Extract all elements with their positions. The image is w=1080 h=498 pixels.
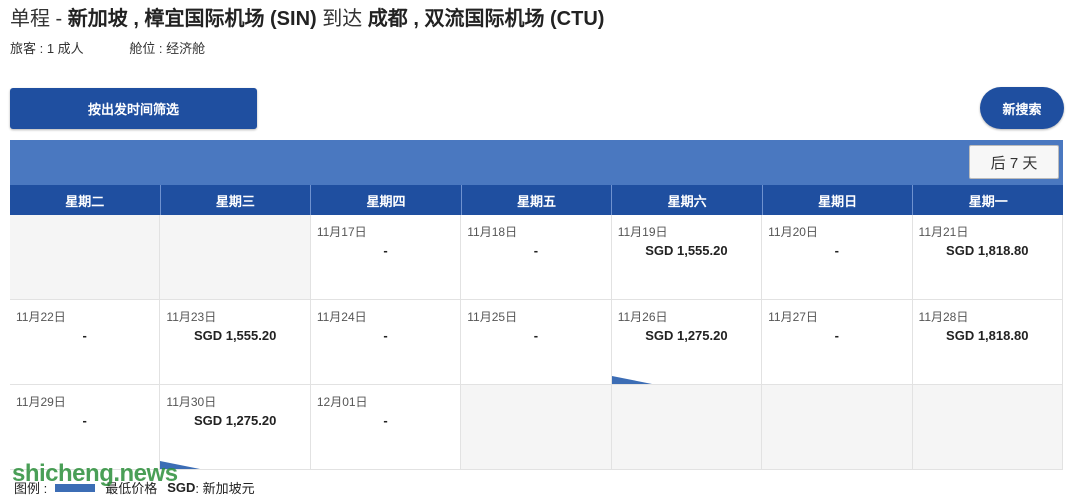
weekday-header-cell: 星期三 (161, 185, 312, 215)
calendar-toolbar: 后 7 天 (10, 140, 1063, 185)
day-price: - (383, 328, 388, 343)
calendar-day-cell[interactable]: 11月24日 - (310, 300, 462, 385)
day-price: - (383, 413, 388, 428)
calendar-day-cell[interactable]: 12月01日 - (310, 385, 462, 470)
calendar-day-cell[interactable]: 11月26日 SGD 1,275.20 (611, 300, 763, 385)
day-date: 11月30日 (166, 395, 217, 409)
lowest-price-marker (611, 376, 652, 384)
watermark: shicheng.news (12, 460, 178, 487)
calendar-week-row: 11月17日 -11月18日 -11月19日 SGD 1,555.20 11月20日 -1… (10, 215, 1063, 300)
day-price: - (82, 413, 87, 428)
calendar-empty-cell (762, 385, 913, 470)
calendar-grid: 11月17日 -11月18日 -11月19日 SGD 1,555.20 11月20日 -1… (10, 215, 1063, 470)
day-date: 11月17日 (316, 225, 367, 239)
calendar-day-cell[interactable]: 11月28日 SGD 1,818.80 (912, 300, 1063, 385)
calendar-day-cell[interactable]: 11月29日 - (10, 385, 161, 470)
day-date: 11月22日 (16, 310, 66, 324)
calendar-empty-cell (611, 385, 763, 470)
day-price: SGD 1,818.80 (946, 328, 1029, 343)
day-date: 11月26日 (617, 310, 668, 324)
route-title: 单程 - 新加坡 , 樟宜国际机场 (SIN) 到达 成都 , 双流国际机场 (… (10, 2, 604, 31)
calendar-day-cell[interactable]: 11月23日 SGD 1,555.20 (160, 300, 311, 385)
weekday-header-cell: 星期四 (311, 185, 462, 215)
day-date: 11月23日 (166, 310, 217, 324)
calendar-week-row: 11月29日 - 11月30日 SGD 1,275.20 12月01日 - (10, 385, 1063, 470)
day-date: 11月19日 (617, 225, 668, 239)
day-price: - (533, 243, 539, 258)
filter-by-departure-button[interactable]: 按出发时间筛选 (10, 88, 257, 129)
weekday-header-cell: 星期日 (763, 185, 914, 215)
calendar-day-cell[interactable]: 11月25日 - (461, 300, 612, 385)
calendar-empty-cell (160, 215, 311, 300)
weekday-header-cell: 星期二 (10, 185, 161, 215)
calendar-week-row: 11月22日 -11月23日 SGD 1,555.20 11月24日 -11月25日 -1… (10, 300, 1063, 385)
day-price: SGD 1,818.80 (946, 243, 1029, 258)
day-date: 11月21日 (918, 225, 969, 239)
day-price: - (82, 328, 87, 343)
day-date: 11月27日 (768, 310, 818, 324)
title-prefix: 单程 - (10, 8, 68, 30)
weekday-header-cell: 星期五 (462, 185, 613, 215)
currency-desc: : 新加坡元 (195, 481, 255, 496)
day-price: SGD 1,275.20 (645, 328, 728, 343)
day-date: 11月29日 (16, 395, 66, 409)
day-date: 11月24日 (316, 310, 367, 324)
day-price: - (533, 328, 539, 343)
origin-text: 新加坡 , 樟宜国际机场 (SIN) (67, 8, 317, 30)
destination-text: 成都 , 双流国际机场 (CTU) (367, 8, 605, 30)
calendar-day-cell[interactable]: 11月21日 SGD 1,818.80 (912, 215, 1063, 300)
day-price: - (834, 243, 839, 258)
calendar-empty-cell (461, 385, 612, 470)
weekday-header-cell: 星期六 (612, 185, 763, 215)
day-date: 11月18日 (467, 225, 518, 239)
weekday-header: 星期二 星期三 星期四 星期五 星期六 星期日 星期一 (10, 185, 1063, 215)
day-price: - (834, 328, 839, 343)
day-price: - (383, 243, 388, 258)
calendar-day-cell[interactable]: 11月22日 - (10, 300, 161, 385)
calendar-day-cell[interactable]: 11月19日 SGD 1,555.20 (611, 215, 763, 300)
calendar-day-cell[interactable]: 11月20日 - (762, 215, 913, 300)
passengers-text: 旅客 : 1 成人 (10, 41, 84, 56)
next-7-days-button[interactable]: 后 7 天 (969, 145, 1059, 179)
calendar-day-cell[interactable]: 11月18日 - (461, 215, 612, 300)
calendar-day-cell[interactable]: 11月17日 - (310, 215, 462, 300)
day-price: SGD 1,555.20 (193, 328, 277, 343)
day-price: SGD 1,275.20 (193, 413, 277, 428)
new-search-button[interactable]: 新搜索 (980, 87, 1064, 129)
day-date: 11月25日 (467, 310, 518, 324)
calendar-empty-cell (912, 385, 1063, 470)
day-date: 12月01日 (316, 395, 368, 409)
day-price: SGD 1,555.20 (645, 243, 728, 258)
cabin-text: 舱位 : 经济舱 (129, 41, 206, 56)
title-mid: 到达 (316, 8, 368, 30)
day-date: 11月20日 (768, 225, 818, 239)
calendar-day-cell[interactable]: 11月30日 SGD 1,275.20 (160, 385, 311, 470)
weekday-header-cell: 星期一 (968, 193, 1008, 209)
calendar-day-cell[interactable]: 11月27日 - (762, 300, 913, 385)
trip-meta: 旅客 : 1 成人 舱位 : 经济舱 (10, 38, 247, 57)
day-date: 11月28日 (918, 310, 969, 324)
calendar-empty-cell (10, 215, 161, 300)
